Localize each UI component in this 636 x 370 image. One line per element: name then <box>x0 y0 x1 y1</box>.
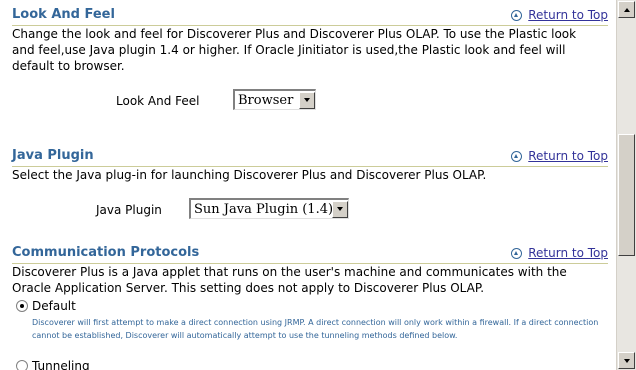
chevron-down-icon <box>337 207 343 211</box>
radio-button-default[interactable] <box>16 300 28 312</box>
java-plugin-description: Select the Java plug-in for launching Di… <box>12 168 487 182</box>
scroll-down-arrow-icon <box>623 358 630 363</box>
java-plugin-select[interactable]: Sun Java Plugin (1.4) <box>189 198 349 219</box>
scroll-up-button[interactable] <box>618 1 635 18</box>
look-and-feel-header: Look And Feel Return to Top <box>12 7 608 27</box>
return-to-top-link-look-and-feel[interactable]: Return to Top <box>511 7 608 23</box>
communication-protocols-title: Communication Protocols <box>12 245 200 260</box>
return-to-top-text[interactable]: Return to Top <box>528 246 608 260</box>
return-to-top-icon <box>511 150 523 162</box>
java-plugin-dropdown-button[interactable] <box>332 200 348 218</box>
look-and-feel-description: Change the look and feel for Discoverer … <box>12 27 577 73</box>
scroll-down-button[interactable] <box>618 352 635 369</box>
return-to-top-link-java-plugin[interactable]: Return to Top <box>511 148 608 164</box>
radio-tunneling[interactable]: Tunneling <box>16 359 90 370</box>
java-plugin-title: Java Plugin <box>12 148 94 163</box>
vertical-scrollbar[interactable] <box>616 0 636 370</box>
communication-protocols-description: Discoverer Plus is a Java applet that ru… <box>12 265 567 295</box>
radio-label-default: Default <box>32 299 76 313</box>
radio-button-tunneling[interactable] <box>16 360 28 370</box>
radio-default[interactable]: Default <box>16 299 76 313</box>
return-to-top-link-communication-protocols[interactable]: Return to Top <box>511 245 608 261</box>
look-and-feel-selected-value: Browser <box>238 92 294 108</box>
radio-label-tunneling: Tunneling <box>32 359 90 370</box>
chevron-down-icon <box>304 98 310 102</box>
communication-protocols-header: Communication Protocols Return to Top <box>12 245 608 265</box>
look-and-feel-label: Look And Feel <box>116 94 200 108</box>
return-to-top-text[interactable]: Return to Top <box>528 149 608 163</box>
scroll-thumb[interactable] <box>618 134 635 256</box>
look-and-feel-select[interactable]: Browser <box>233 89 316 110</box>
java-plugin-selected-value: Sun Java Plugin (1.4) <box>194 201 332 217</box>
return-to-top-icon <box>511 9 523 21</box>
preferences-content: Look And Feel Return to Top Change the l… <box>0 0 616 370</box>
java-plugin-label: Java Plugin <box>96 203 162 217</box>
return-to-top-icon <box>511 247 523 259</box>
default-option-hint: Discoverer will first attempt to make a … <box>32 318 599 340</box>
look-and-feel-title: Look And Feel <box>12 7 115 22</box>
scroll-up-arrow-icon <box>623 7 630 12</box>
java-plugin-header: Java Plugin Return to Top <box>12 148 608 168</box>
return-to-top-text[interactable]: Return to Top <box>528 8 608 22</box>
look-and-feel-dropdown-button[interactable] <box>299 91 315 109</box>
